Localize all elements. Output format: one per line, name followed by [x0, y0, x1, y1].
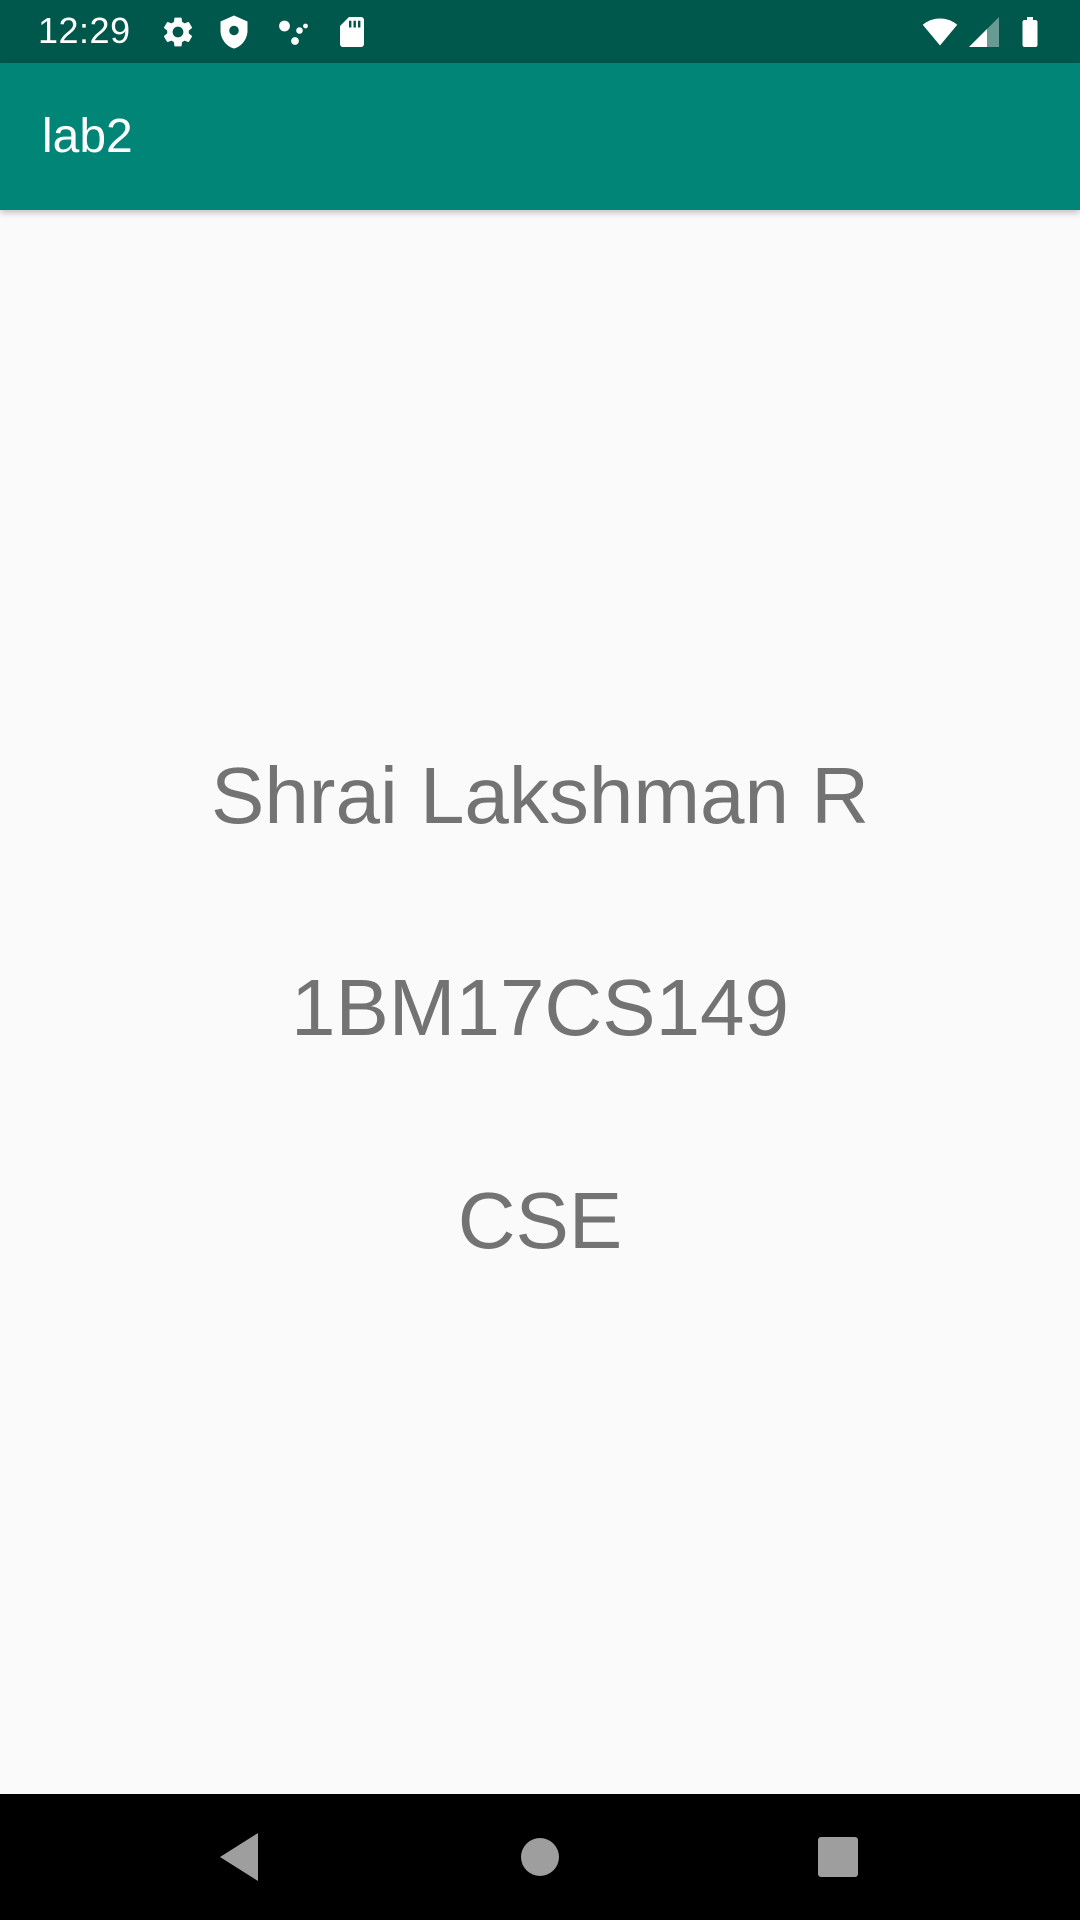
app-title: lab2	[42, 110, 133, 163]
back-icon[interactable]	[210, 1827, 270, 1887]
name-text: Shrai Lakshman R	[210, 751, 870, 840]
usn-text: 1BM17CS149	[290, 963, 790, 1052]
navigation-bar	[0, 1794, 1080, 1920]
settings-icon	[163, 17, 193, 47]
main-content: Shrai Lakshman R 1BM17CS149 CSE	[0, 210, 1080, 1794]
status-time: 12:29	[38, 10, 131, 51]
app-bar: lab2	[0, 63, 1080, 210]
battery-icon	[1022, 17, 1038, 47]
cellular-signal-icon	[969, 17, 999, 47]
department-text: CSE	[457, 1176, 623, 1265]
wifi-icon	[922, 18, 958, 46]
assistant-dots-icon	[279, 20, 308, 45]
home-icon[interactable]	[510, 1827, 570, 1887]
status-bar: 12:29	[0, 0, 1080, 63]
recents-icon[interactable]	[808, 1827, 868, 1887]
shield-icon	[220, 15, 248, 49]
sd-card-icon	[340, 17, 364, 47]
